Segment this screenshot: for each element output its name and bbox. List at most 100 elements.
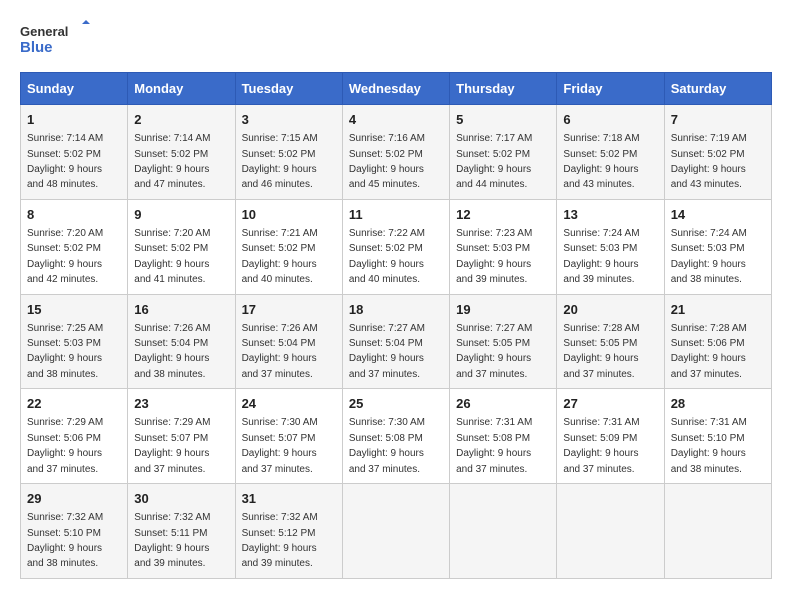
week-row-5: 29 Sunrise: 7:32 AMSunset: 5:10 PMDaylig… [21,484,772,579]
sunrise-info: Sunrise: 7:20 AMSunset: 5:02 PMDaylight:… [27,228,103,285]
calendar-cell [664,484,771,579]
sunrise-info: Sunrise: 7:26 AMSunset: 5:04 PMDaylight:… [242,323,318,380]
day-number: 23 [134,395,228,413]
day-number: 5 [456,111,550,129]
day-number: 15 [27,301,121,319]
calendar-cell: 12 Sunrise: 7:23 AMSunset: 5:03 PMDaylig… [450,199,557,294]
calendar-cell: 9 Sunrise: 7:20 AMSunset: 5:02 PMDayligh… [128,199,235,294]
sunrise-info: Sunrise: 7:27 AMSunset: 5:05 PMDaylight:… [456,323,532,380]
day-number: 9 [134,206,228,224]
day-number: 20 [563,301,657,319]
sunrise-info: Sunrise: 7:24 AMSunset: 5:03 PMDaylight:… [563,228,639,285]
calendar-cell: 3 Sunrise: 7:15 AMSunset: 5:02 PMDayligh… [235,105,342,200]
day-number: 24 [242,395,336,413]
day-number: 29 [27,490,121,508]
calendar-cell: 24 Sunrise: 7:30 AMSunset: 5:07 PMDaylig… [235,389,342,484]
svg-text:General: General [20,24,68,39]
day-number: 19 [456,301,550,319]
calendar-cell: 20 Sunrise: 7:28 AMSunset: 5:05 PMDaylig… [557,294,664,389]
header-day-wednesday: Wednesday [342,73,449,105]
day-number: 12 [456,206,550,224]
day-number: 21 [671,301,765,319]
calendar-cell: 31 Sunrise: 7:32 AMSunset: 5:12 PMDaylig… [235,484,342,579]
calendar-cell: 7 Sunrise: 7:19 AMSunset: 5:02 PMDayligh… [664,105,771,200]
sunrise-info: Sunrise: 7:29 AMSunset: 5:07 PMDaylight:… [134,417,210,474]
calendar-cell: 13 Sunrise: 7:24 AMSunset: 5:03 PMDaylig… [557,199,664,294]
header-day-tuesday: Tuesday [235,73,342,105]
sunrise-info: Sunrise: 7:16 AMSunset: 5:02 PMDaylight:… [349,133,425,190]
day-number: 18 [349,301,443,319]
day-number: 7 [671,111,765,129]
week-row-3: 15 Sunrise: 7:25 AMSunset: 5:03 PMDaylig… [21,294,772,389]
week-row-2: 8 Sunrise: 7:20 AMSunset: 5:02 PMDayligh… [21,199,772,294]
week-row-1: 1 Sunrise: 7:14 AMSunset: 5:02 PMDayligh… [21,105,772,200]
sunrise-info: Sunrise: 7:32 AMSunset: 5:10 PMDaylight:… [27,512,103,569]
day-number: 3 [242,111,336,129]
sunrise-info: Sunrise: 7:28 AMSunset: 5:05 PMDaylight:… [563,323,639,380]
sunrise-info: Sunrise: 7:19 AMSunset: 5:02 PMDaylight:… [671,133,747,190]
calendar-table: SundayMondayTuesdayWednesdayThursdayFrid… [20,72,772,579]
week-row-4: 22 Sunrise: 7:29 AMSunset: 5:06 PMDaylig… [21,389,772,484]
day-number: 10 [242,206,336,224]
calendar-cell: 26 Sunrise: 7:31 AMSunset: 5:08 PMDaylig… [450,389,557,484]
calendar-cell: 23 Sunrise: 7:29 AMSunset: 5:07 PMDaylig… [128,389,235,484]
calendar-cell: 21 Sunrise: 7:28 AMSunset: 5:06 PMDaylig… [664,294,771,389]
calendar-cell: 5 Sunrise: 7:17 AMSunset: 5:02 PMDayligh… [450,105,557,200]
sunrise-info: Sunrise: 7:22 AMSunset: 5:02 PMDaylight:… [349,228,425,285]
day-number: 13 [563,206,657,224]
day-number: 8 [27,206,121,224]
calendar-cell: 17 Sunrise: 7:26 AMSunset: 5:04 PMDaylig… [235,294,342,389]
calendar-cell: 15 Sunrise: 7:25 AMSunset: 5:03 PMDaylig… [21,294,128,389]
day-number: 4 [349,111,443,129]
calendar-cell: 14 Sunrise: 7:24 AMSunset: 5:03 PMDaylig… [664,199,771,294]
sunrise-info: Sunrise: 7:31 AMSunset: 5:10 PMDaylight:… [671,417,747,474]
sunrise-info: Sunrise: 7:31 AMSunset: 5:08 PMDaylight:… [456,417,532,474]
calendar-cell: 18 Sunrise: 7:27 AMSunset: 5:04 PMDaylig… [342,294,449,389]
header-day-thursday: Thursday [450,73,557,105]
calendar-cell: 6 Sunrise: 7:18 AMSunset: 5:02 PMDayligh… [557,105,664,200]
sunrise-info: Sunrise: 7:25 AMSunset: 5:03 PMDaylight:… [27,323,103,380]
header-day-friday: Friday [557,73,664,105]
sunrise-info: Sunrise: 7:14 AMSunset: 5:02 PMDaylight:… [27,133,103,190]
sunrise-info: Sunrise: 7:32 AMSunset: 5:12 PMDaylight:… [242,512,318,569]
logo: General Blue [20,20,90,60]
header-day-monday: Monday [128,73,235,105]
calendar-cell: 10 Sunrise: 7:21 AMSunset: 5:02 PMDaylig… [235,199,342,294]
day-number: 6 [563,111,657,129]
calendar-cell: 2 Sunrise: 7:14 AMSunset: 5:02 PMDayligh… [128,105,235,200]
day-number: 28 [671,395,765,413]
sunrise-info: Sunrise: 7:23 AMSunset: 5:03 PMDaylight:… [456,228,532,285]
day-number: 27 [563,395,657,413]
day-number: 22 [27,395,121,413]
sunrise-info: Sunrise: 7:27 AMSunset: 5:04 PMDaylight:… [349,323,425,380]
calendar-cell: 22 Sunrise: 7:29 AMSunset: 5:06 PMDaylig… [21,389,128,484]
day-number: 14 [671,206,765,224]
sunrise-info: Sunrise: 7:31 AMSunset: 5:09 PMDaylight:… [563,417,639,474]
sunrise-info: Sunrise: 7:15 AMSunset: 5:02 PMDaylight:… [242,133,318,190]
calendar-cell: 11 Sunrise: 7:22 AMSunset: 5:02 PMDaylig… [342,199,449,294]
calendar-cell: 27 Sunrise: 7:31 AMSunset: 5:09 PMDaylig… [557,389,664,484]
header-day-saturday: Saturday [664,73,771,105]
day-number: 30 [134,490,228,508]
logo-icon: General Blue [20,20,90,60]
sunrise-info: Sunrise: 7:21 AMSunset: 5:02 PMDaylight:… [242,228,318,285]
sunrise-info: Sunrise: 7:32 AMSunset: 5:11 PMDaylight:… [134,512,210,569]
calendar-cell [450,484,557,579]
calendar-cell: 1 Sunrise: 7:14 AMSunset: 5:02 PMDayligh… [21,105,128,200]
calendar-cell: 8 Sunrise: 7:20 AMSunset: 5:02 PMDayligh… [21,199,128,294]
header-day-sunday: Sunday [21,73,128,105]
day-number: 26 [456,395,550,413]
calendar-cell: 29 Sunrise: 7:32 AMSunset: 5:10 PMDaylig… [21,484,128,579]
day-number: 25 [349,395,443,413]
calendar-cell: 28 Sunrise: 7:31 AMSunset: 5:10 PMDaylig… [664,389,771,484]
calendar-cell [557,484,664,579]
sunrise-info: Sunrise: 7:26 AMSunset: 5:04 PMDaylight:… [134,323,210,380]
calendar-cell: 4 Sunrise: 7:16 AMSunset: 5:02 PMDayligh… [342,105,449,200]
sunrise-info: Sunrise: 7:17 AMSunset: 5:02 PMDaylight:… [456,133,532,190]
calendar-cell: 16 Sunrise: 7:26 AMSunset: 5:04 PMDaylig… [128,294,235,389]
day-number: 2 [134,111,228,129]
sunrise-info: Sunrise: 7:24 AMSunset: 5:03 PMDaylight:… [671,228,747,285]
calendar-cell: 19 Sunrise: 7:27 AMSunset: 5:05 PMDaylig… [450,294,557,389]
sunrise-info: Sunrise: 7:18 AMSunset: 5:02 PMDaylight:… [563,133,639,190]
day-number: 1 [27,111,121,129]
